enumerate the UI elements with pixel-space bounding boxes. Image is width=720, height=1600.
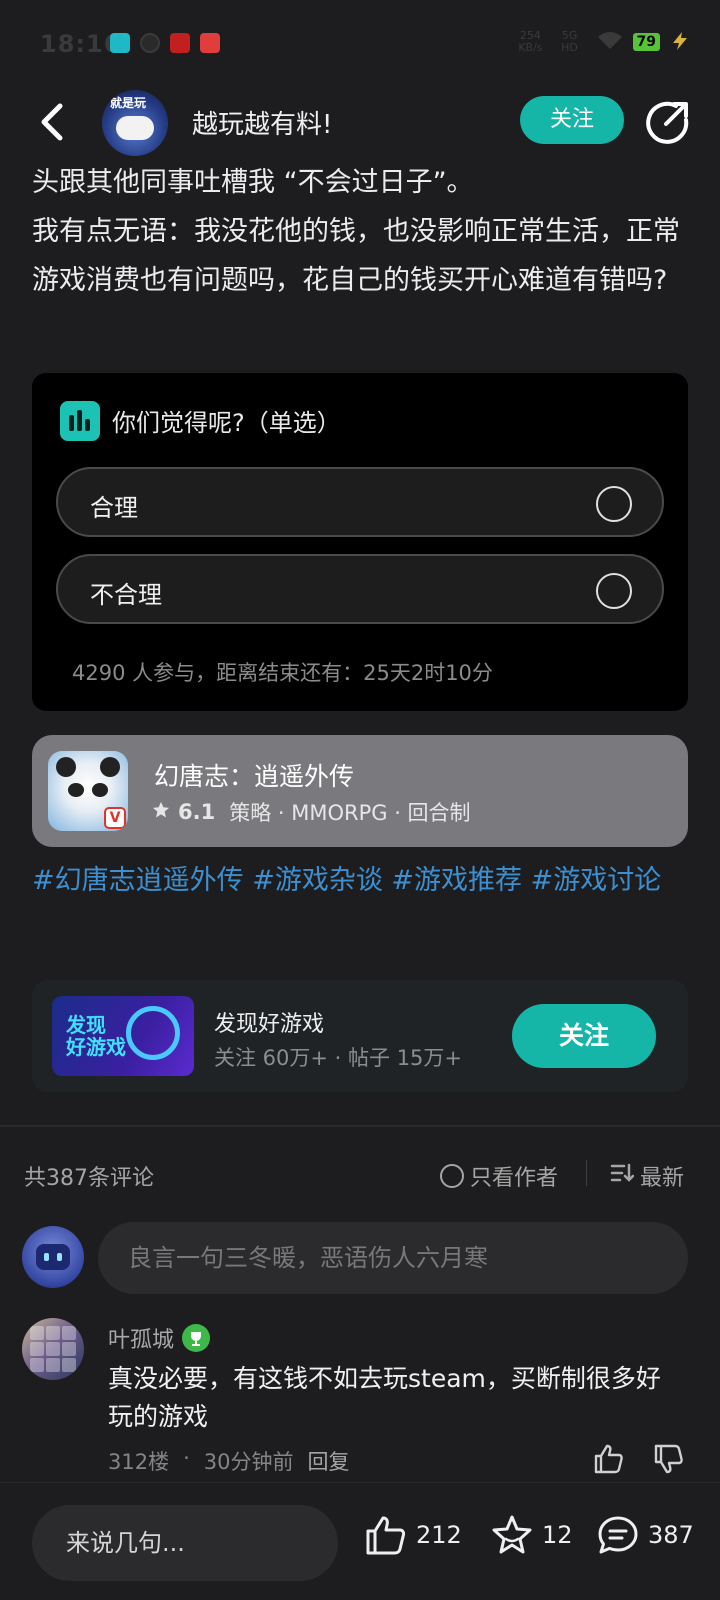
- star-icon: [152, 800, 170, 824]
- channel-meta: 关注 60万+ · 帖子 15万+: [214, 1046, 463, 1070]
- author-only-label: 只看作者: [470, 1166, 559, 1191]
- charging-icon: [670, 31, 690, 54]
- comment-text: 真没必要，有这钱不如去玩steam，买断制很多好玩的游戏: [108, 1364, 661, 1431]
- channel-banner: 发现 好游戏: [52, 996, 194, 1076]
- post-body: 头跟其他同事吐槽我 “不会过日子”。 我有点无语：我没花他的钱，也没影响正常生活…: [32, 158, 694, 305]
- network-type: 5G HD: [561, 29, 578, 54]
- channel-banner-text: 发现 好游戏: [66, 1013, 126, 1059]
- news-app-icon: [170, 33, 190, 53]
- comment-meta: 312楼 · 30分钟前 回复: [108, 1446, 350, 1476]
- poll-option[interactable]: 合理: [56, 467, 664, 537]
- share-icon: [646, 101, 689, 144]
- avatar-tag: 就是玩: [110, 96, 147, 110]
- status-bar: 18:16 254 KB/s 5G HD 79: [0, 0, 720, 88]
- battery-indicator: 79: [632, 33, 660, 51]
- comment-count: 共387条评论: [24, 1166, 154, 1191]
- game-meta: 6.1 策略 · MMORPG · 回合制: [152, 797, 471, 827]
- poll-footer: 4290 人参与，距离结束还有：25天2时10分: [72, 661, 493, 685]
- share-button[interactable]: [646, 100, 690, 144]
- poll-chart-icon: [60, 401, 100, 441]
- section-divider: [0, 1125, 720, 1127]
- comment-bubble-icon: [598, 1516, 638, 1554]
- sort-label: 最新: [640, 1166, 685, 1191]
- post-paragraph: 我有点无语：我没花他的钱，也没影响正常生活，正常游戏消费也有问题吗，花自己的钱买…: [32, 216, 680, 296]
- game-card[interactable]: V 幻唐志：逍遥外传 6.1 策略 · MMORPG · 回合制: [32, 735, 688, 847]
- panda-game-icon: V: [48, 751, 128, 831]
- sort-button[interactable]: 最新: [610, 1160, 684, 1192]
- like-count: 212: [416, 1521, 462, 1549]
- radio-icon: [440, 1164, 464, 1188]
- wifi-icon: [597, 31, 623, 54]
- poll-title: 你们觉得呢?（单选）: [112, 409, 341, 437]
- channel-follow-button[interactable]: 关注: [512, 1004, 656, 1068]
- trophy-badge-icon: [182, 1324, 211, 1352]
- author-only-filter[interactable]: 只看作者: [440, 1160, 558, 1192]
- channel-avatar[interactable]: 就是玩: [102, 90, 168, 156]
- poll-option[interactable]: 不合理: [56, 554, 664, 624]
- gamepad-icon: [116, 116, 154, 140]
- comment-dislike-button[interactable]: [652, 1442, 686, 1476]
- chevron-left-icon: [41, 103, 63, 141]
- favorite-count: 12: [542, 1521, 573, 1549]
- bottom-action-bar: 来说几句... 212 12 387: [0, 1482, 720, 1600]
- game-name: 幻唐志：逍遥外传: [154, 762, 355, 791]
- favorite-button[interactable]: 12: [490, 1513, 573, 1557]
- game-tags: 策略 · MMORPG · 回合制: [229, 801, 471, 825]
- mascot-icon: [126, 1006, 180, 1060]
- game-badge: V: [104, 807, 126, 829]
- net-speed: 254 KB/s: [518, 29, 543, 54]
- poll-option-label: 合理: [90, 494, 138, 522]
- game-rating: 6.1: [178, 800, 216, 824]
- post-paragraph: 头跟其他同事吐槽我 “不会过日子”。: [32, 167, 474, 198]
- comment-input[interactable]: 良言一句三冬暖，恶语伤人六月寒: [98, 1222, 688, 1294]
- sort-icon: [610, 1162, 635, 1190]
- commenter-avatar[interactable]: [22, 1318, 84, 1380]
- follow-button[interactable]: 关注: [520, 96, 624, 144]
- poll-option-label: 不合理: [90, 581, 162, 609]
- channel-name: 发现好游戏: [214, 1012, 325, 1037]
- wallet-app-icon: [200, 33, 220, 53]
- channel-title[interactable]: 越玩越有料!: [192, 104, 332, 141]
- channel-card[interactable]: 发现 好游戏 发现好游戏 关注 60万+ · 帖子 15万+ 关注: [32, 980, 688, 1092]
- app-notification-icon: [140, 33, 160, 53]
- hashtag-list[interactable]: #幻唐志逍遥外传 #游戏杂谈 #游戏推荐 #游戏讨论: [32, 856, 696, 906]
- user-avatar[interactable]: [22, 1226, 84, 1288]
- comment-time: 30分钟前: [203, 1450, 294, 1474]
- commenter-name[interactable]: 叶孤城: [108, 1322, 211, 1354]
- radio-icon: [596, 486, 632, 522]
- thumbs-up-icon: [366, 1516, 406, 1555]
- back-button[interactable]: [34, 100, 74, 144]
- thumbs-up-icon: [594, 1444, 623, 1474]
- like-button[interactable]: 212: [364, 1513, 462, 1557]
- comment-floor: 312楼: [108, 1450, 170, 1474]
- bottom-comment-input[interactable]: 来说几句...: [32, 1505, 338, 1581]
- radio-icon: [596, 573, 632, 609]
- post-header: 就是玩 越玩越有料! 关注: [0, 88, 720, 158]
- thumbs-down-icon: [654, 1444, 683, 1474]
- filter-divider: [586, 1160, 587, 1186]
- taptap-app-icon: [110, 33, 130, 53]
- poll-card: 你们觉得呢?（单选） 合理 不合理 4290 人参与，距离结束还有：25天2时1…: [32, 373, 688, 711]
- reply-button[interactable]: 回复: [308, 1446, 350, 1476]
- star-icon: [492, 1515, 532, 1554]
- comments-button[interactable]: 387: [596, 1513, 694, 1557]
- comment-total: 387: [648, 1521, 694, 1549]
- meta-dot: ·: [183, 1446, 190, 1470]
- comment-like-button[interactable]: [592, 1442, 626, 1476]
